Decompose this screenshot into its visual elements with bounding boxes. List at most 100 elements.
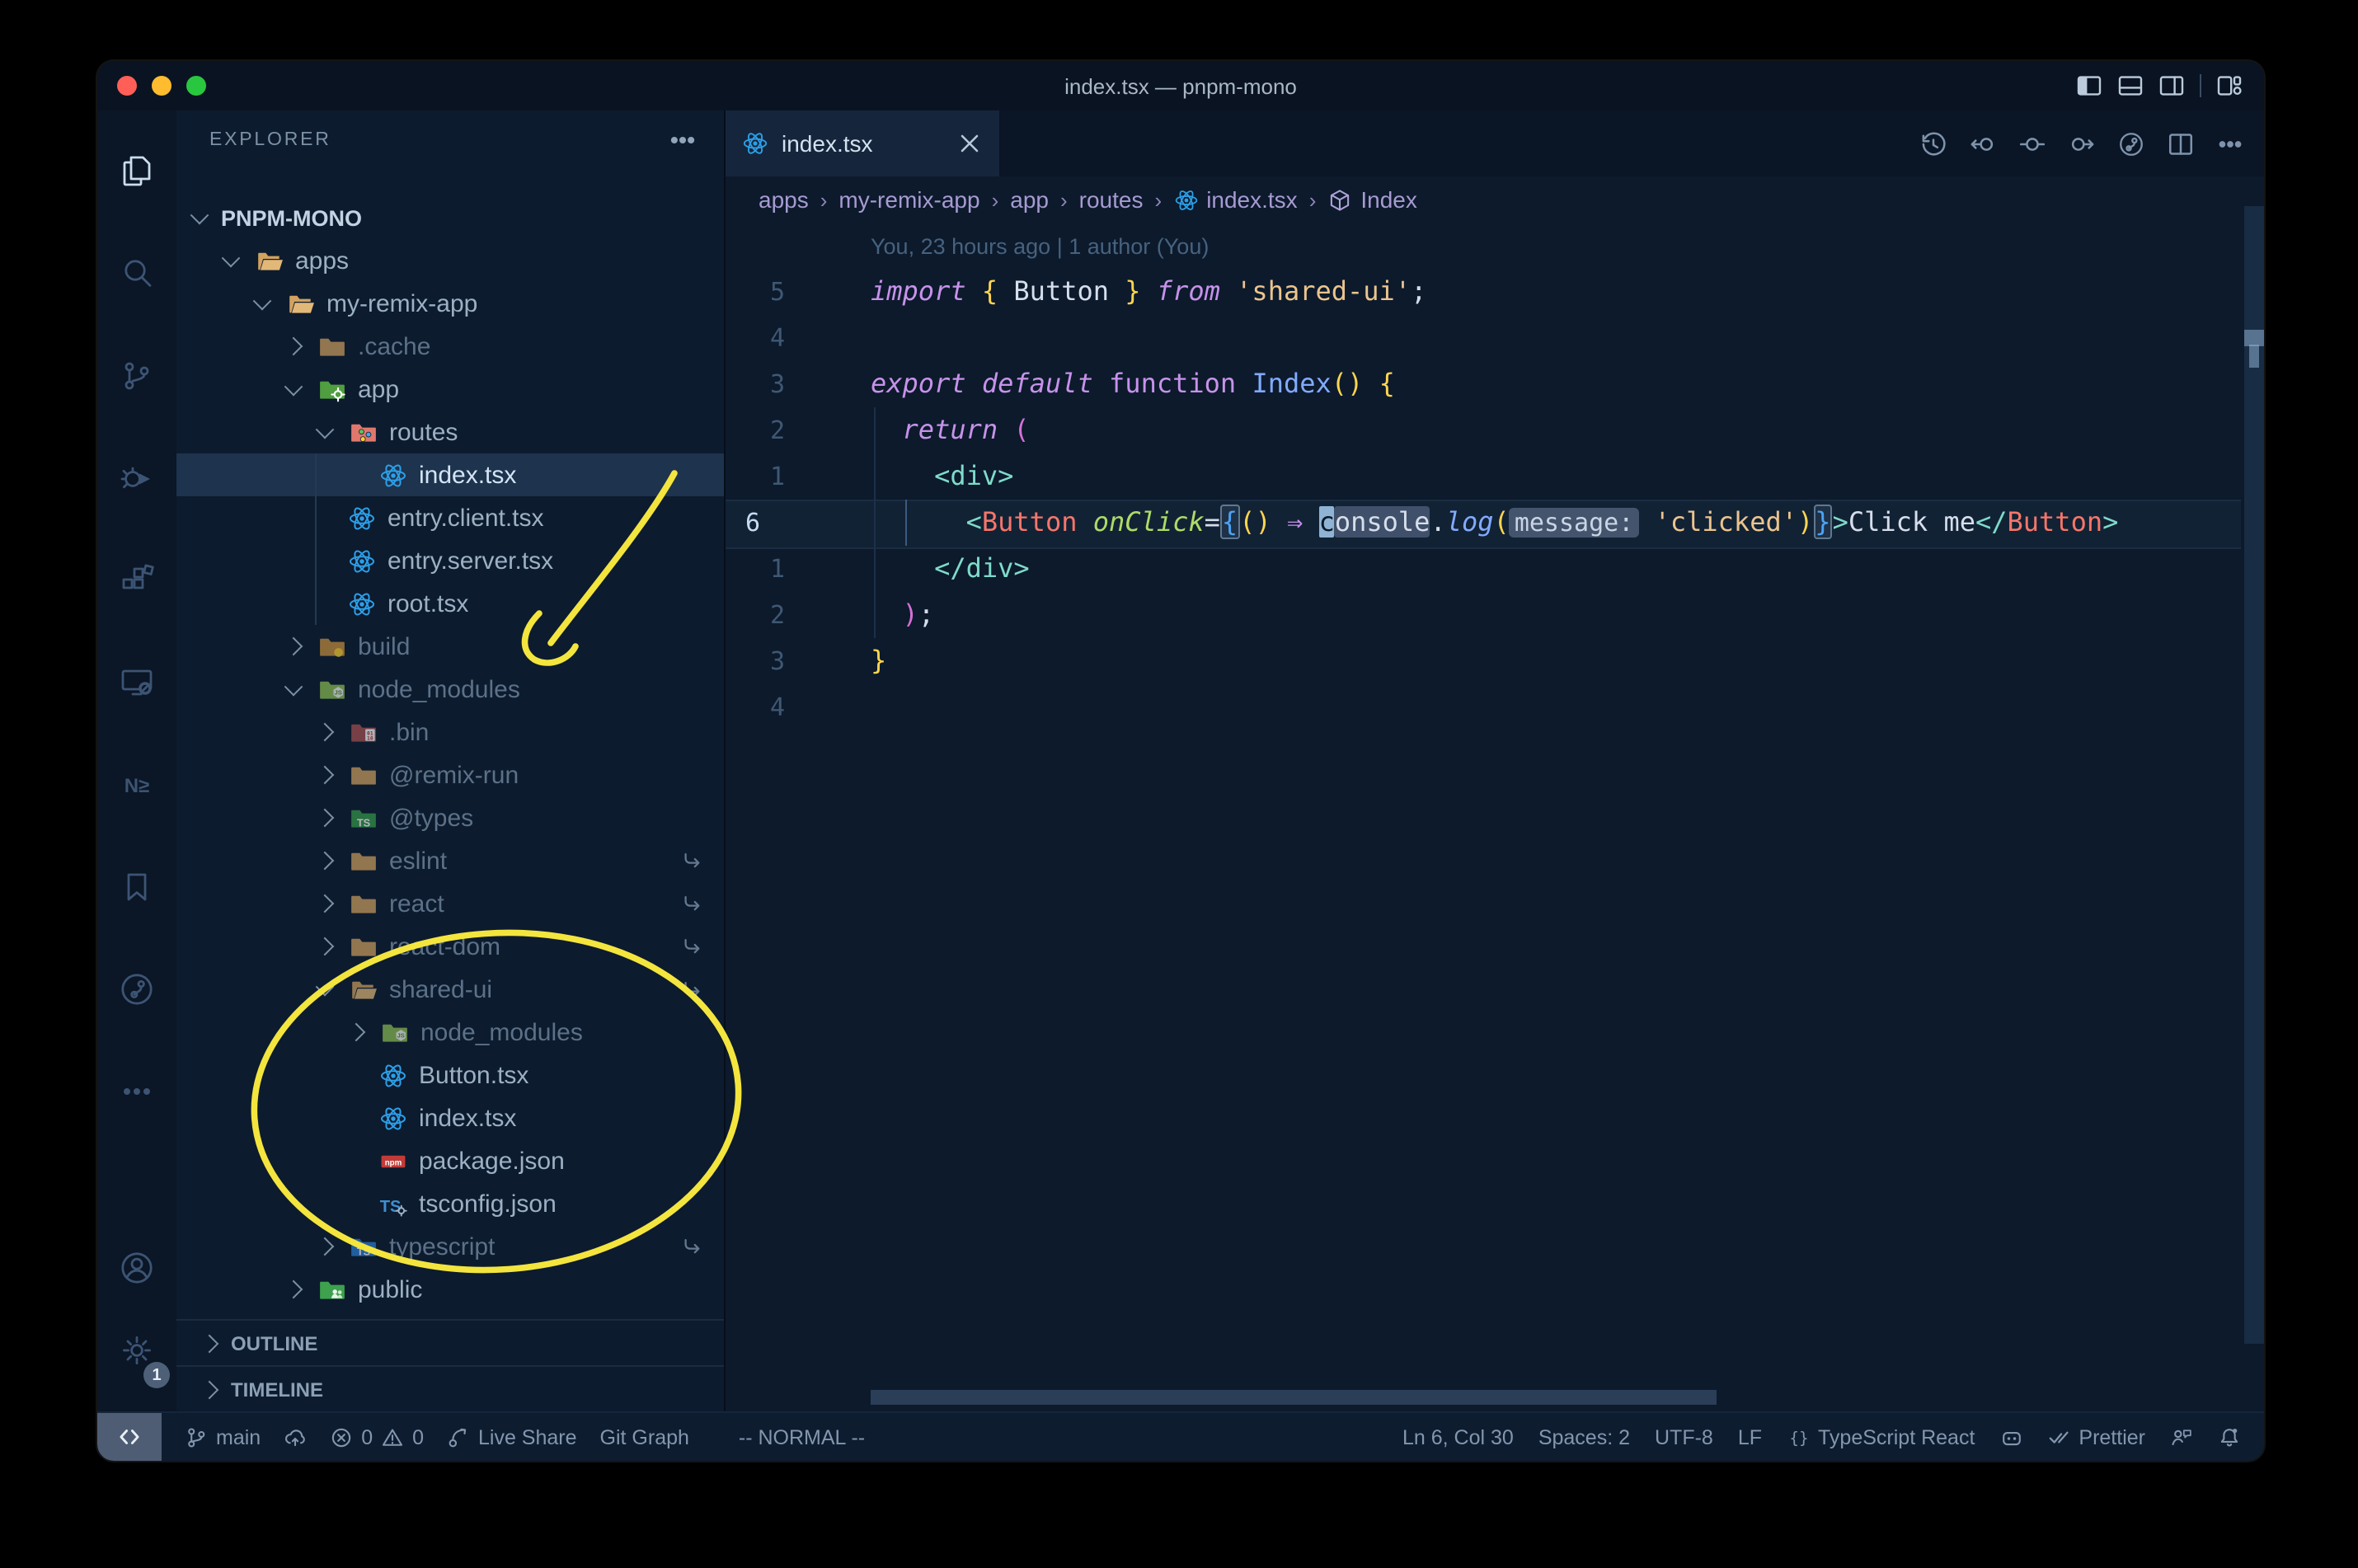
close-tab-icon[interactable] — [956, 130, 983, 157]
breadcrumb-app[interactable]: app — [1010, 186, 1049, 213]
breadcrumb-routes[interactable]: routes — [1079, 186, 1144, 213]
chevron-down-icon[interactable] — [190, 205, 209, 225]
tree-item-package-json[interactable]: npm package.json — [176, 1139, 724, 1182]
chevron-right-icon[interactable] — [346, 1022, 366, 1042]
tree-item-index-tsx[interactable]: index.tsx — [176, 1096, 724, 1139]
activity-gitlens-icon[interactable] — [97, 938, 176, 1040]
zoom-window-button[interactable] — [186, 76, 206, 96]
status-feedback[interactable] — [2170, 1425, 2193, 1448]
layout-sidebar-right-icon[interactable] — [2158, 73, 2185, 99]
tree-item-pnpm-mono[interactable]: PNPM-MONO — [176, 196, 724, 239]
gitlens-graph-icon[interactable] — [2117, 129, 2145, 157]
status-eol[interactable]: LF — [1738, 1425, 1762, 1448]
status-branch-status[interactable]: main — [185, 1425, 261, 1448]
chevron-down-icon[interactable] — [315, 977, 335, 997]
tree-item-typescript[interactable]: TS typescript — [176, 1225, 724, 1268]
status-indentation[interactable]: Spaces: 2 — [1538, 1425, 1630, 1448]
tree-item-node-modules[interactable]: JS node_modules — [176, 1011, 724, 1054]
tree-item-public[interactable]: public — [176, 1268, 724, 1311]
horizontal-scrollbar[interactable] — [871, 1390, 1717, 1405]
chevron-down-icon[interactable] — [284, 677, 303, 697]
status-git-graph[interactable]: Git Graph — [600, 1425, 689, 1448]
status-encoding[interactable]: UTF-8 — [1655, 1425, 1713, 1448]
chevron-right-icon[interactable] — [315, 808, 335, 828]
navigate-back-icon[interactable] — [1969, 129, 1997, 157]
tree-item-react-dom[interactable]: react-dom — [176, 925, 724, 968]
explorer-more-actions-icon[interactable] — [668, 125, 698, 155]
activity-source-control-icon[interactable] — [97, 325, 176, 427]
chevron-right-icon[interactable] — [315, 851, 335, 871]
chevron-down-icon[interactable] — [252, 291, 272, 311]
split-editor-icon[interactable] — [2167, 129, 2195, 157]
tree-item-entry-client-tsx[interactable]: entry.client.tsx — [176, 496, 724, 539]
status-notifications[interactable] — [2218, 1425, 2241, 1448]
activity-run-debug-icon[interactable] — [97, 427, 176, 529]
tree-item--bin[interactable]: 01 10 .bin — [176, 711, 724, 753]
status-vim-mode[interactable]: -- NORMAL -- — [739, 1425, 865, 1448]
breadcrumb-index-tsx[interactable]: index.tsx — [1173, 186, 1298, 213]
activity-bookmarks-icon[interactable] — [97, 836, 176, 938]
layout-sidebar-left-icon[interactable] — [2076, 73, 2102, 99]
remote-indicator[interactable] — [97, 1413, 162, 1461]
status-language-mode[interactable]: {} TypeScript React — [1787, 1425, 1975, 1448]
tree-item-build[interactable]: build — [176, 625, 724, 668]
tree-item-apps[interactable]: apps — [176, 239, 724, 282]
status-copilot-status[interactable] — [1999, 1425, 2022, 1448]
tree-item-shared-ui[interactable]: shared-ui — [176, 968, 724, 1011]
status-live-share[interactable]: Live Share — [447, 1425, 577, 1448]
status-publish-changes[interactable] — [284, 1425, 307, 1448]
vertical-scrollbar[interactable] — [2244, 206, 2264, 1344]
tree-item-node-modules[interactable]: JS node_modules — [176, 668, 724, 711]
code-editor[interactable]: You, 23 hours ago | 1 author (You) 5 impor… — [726, 223, 2264, 1411]
status-problems[interactable]: 00 — [330, 1425, 424, 1448]
activity-nx-console-icon[interactable]: N≥ — [97, 734, 176, 836]
vertical-scrollbar-thumb[interactable] — [2244, 330, 2264, 346]
vertical-scrollbar-thumb-tail[interactable] — [2249, 345, 2259, 368]
timeline-icon[interactable] — [1919, 129, 1947, 157]
minimize-window-button[interactable] — [152, 76, 171, 96]
navigate-forward-icon[interactable] — [2068, 129, 2096, 157]
tree-item-routes[interactable]: routes — [176, 411, 724, 453]
sidebar-section-timeline[interactable]: TIMELINE — [176, 1365, 724, 1411]
breadcrumb-my-remix-app[interactable]: my-remix-app — [838, 186, 979, 213]
chevron-right-icon[interactable] — [315, 894, 335, 913]
chevron-right-icon[interactable] — [284, 636, 303, 656]
tree-item-my-remix-app[interactable]: my-remix-app — [176, 282, 724, 325]
tree-item-entry-server-tsx[interactable]: entry.server.tsx — [176, 539, 724, 582]
more-actions-icon[interactable] — [2216, 129, 2244, 157]
tree-item--types[interactable]: TS @types — [176, 796, 724, 839]
activity-settings-gear-icon[interactable]: 1 — [97, 1309, 176, 1392]
tree-item-react[interactable]: react — [176, 882, 724, 925]
tree-item-index-tsx[interactable]: index.tsx — [176, 453, 724, 496]
tree-item--remix-run[interactable]: @remix-run — [176, 753, 724, 796]
tree-item-root-tsx[interactable]: root.tsx — [176, 582, 724, 625]
activity-extensions-icon[interactable] — [97, 529, 176, 631]
tab-index-tsx[interactable]: index.tsx — [726, 110, 999, 176]
chevron-right-icon[interactable] — [315, 937, 335, 956]
activity-remote-explorer-icon[interactable] — [97, 631, 176, 734]
chevron-right-icon[interactable] — [315, 1237, 335, 1256]
chevron-down-icon[interactable] — [221, 248, 241, 268]
chevron-right-icon[interactable] — [284, 1279, 303, 1299]
chevron-down-icon[interactable] — [284, 377, 303, 397]
chevron-right-icon[interactable] — [315, 722, 335, 742]
status-prettier-status[interactable]: Prettier — [2047, 1425, 2145, 1448]
activity-search-icon[interactable] — [97, 223, 176, 325]
breadcrumb-index[interactable]: Index — [1327, 186, 1417, 213]
chevron-right-icon[interactable] — [284, 336, 303, 356]
tree-item-tsconfig-json[interactable]: TS tsconfig.json — [176, 1182, 724, 1225]
chevron-right-icon[interactable] — [315, 765, 335, 785]
layout-panel-icon[interactable] — [2117, 73, 2144, 99]
status-cursor-position[interactable]: Ln 6, Col 30 — [1402, 1425, 1514, 1448]
activity-more-views-icon[interactable] — [97, 1040, 176, 1143]
current-change-icon[interactable] — [2018, 129, 2046, 157]
tree-item-button-tsx[interactable]: Button.tsx — [176, 1054, 724, 1096]
activity-explorer-icon[interactable] — [97, 120, 176, 223]
chevron-down-icon[interactable] — [315, 420, 335, 439]
tree-item--cache[interactable]: .cache — [176, 325, 724, 368]
breadcrumb-apps[interactable]: apps — [759, 186, 809, 213]
close-window-button[interactable] — [117, 76, 137, 96]
tree-item-eslint[interactable]: eslint — [176, 839, 724, 882]
sidebar-section-outline[interactable]: OUTLINE — [176, 1319, 724, 1365]
tree-item-app[interactable]: app — [176, 368, 724, 411]
